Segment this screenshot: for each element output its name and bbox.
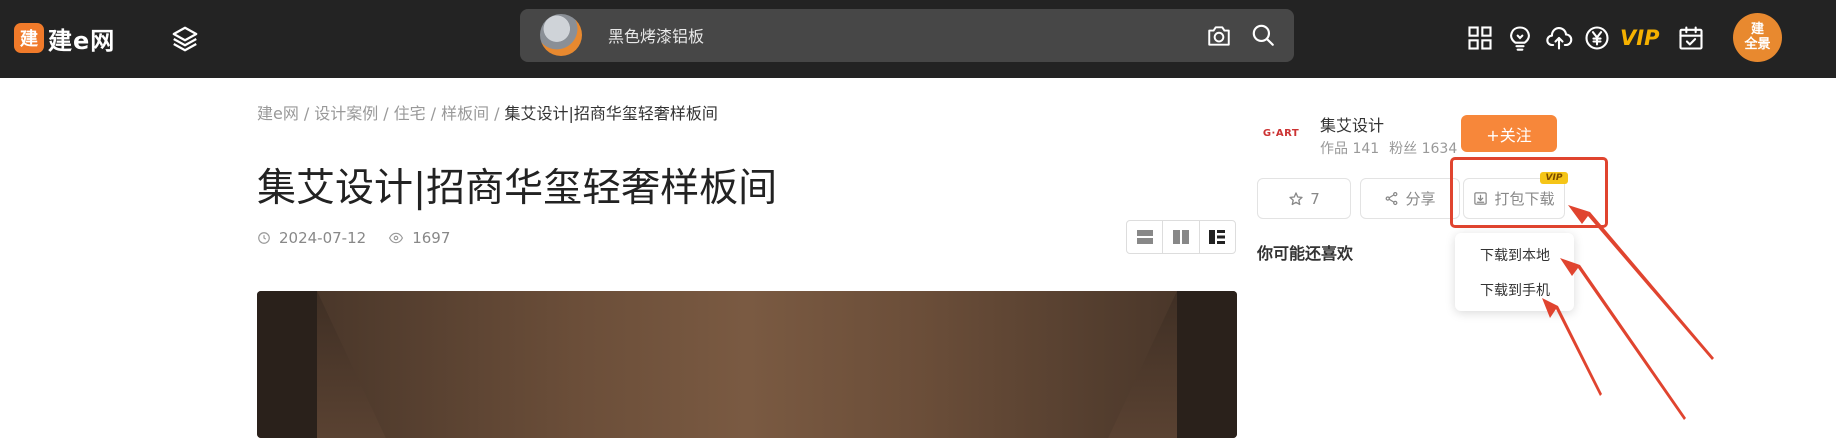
author-stats: 作品 141 粉丝 1634 [1320,138,1467,158]
breadcrumb-separator: / [494,104,500,123]
arrow-to-download-button [1568,205,1714,360]
breadcrumb-link-home[interactable]: 建e网 [257,104,299,123]
article-meta: 2024-07-12 1697 [257,229,472,247]
share-icon [1386,191,1398,206]
view-mode-columns-button[interactable] [1163,221,1200,253]
arrow-to-phone-option [1542,298,1602,396]
avatar-text-line1: 建 [1750,22,1764,37]
lightbulb-icon[interactable] [1506,24,1534,52]
author-name[interactable]: 集艾设计 [1320,112,1384,136]
hero-image-ceiling [317,291,1177,438]
search-icon[interactable] [1250,22,1276,48]
user-avatar[interactable]: 建 全景 [1733,13,1782,62]
layers-icon[interactable] [170,24,200,54]
hero-image-right-wall [1177,291,1237,438]
hero-image-left-wall [257,291,317,438]
page-title: 集艾设计|招商华玺轻奢样板间 [257,166,778,211]
mixed-view-icon [1209,230,1226,244]
favorite-button[interactable]: 7 [1257,178,1351,219]
author-works-count: 作品 141 [1320,141,1380,157]
hero-image[interactable] [257,291,1237,438]
search-bar[interactable]: 黑色烤漆铝板 [520,9,1294,62]
vip-icon[interactable]: VIP [1620,26,1659,50]
star-icon [1289,191,1303,205]
list-view-icon [1136,230,1153,244]
site-logo[interactable]: 建 建e网 [14,22,116,55]
camera-icon[interactable] [1206,23,1232,49]
cloud-upload-icon[interactable] [1545,24,1573,52]
arrow-to-local-option [1560,258,1686,420]
download-dropdown-menu: 下载到本地 下载到手机 [1455,233,1574,311]
view-mode-list-button[interactable] [1127,221,1164,253]
share-label: 分享 [1405,190,1436,208]
publish-date: 2024-07-12 [257,229,366,247]
download-to-phone-option[interactable]: 下载到手机 [1480,280,1550,300]
avatar-text-line2: 全景 [1744,37,1771,52]
breadcrumb: 建e网 / 设计案例 / 住宅 / 样板间 / 集艾设计|招商华玺轻奢样板间 [257,100,718,124]
top-navigation-bar: 建 建e网 黑色烤漆铝板 VIP 建 全景 [0,0,1836,78]
author-fans-count: 粉丝 1634 [1389,141,1458,157]
recommend-heading: 你可能还喜欢 [1257,244,1354,263]
logo-mark: 建 [14,23,44,53]
breadcrumb-separator: / [303,104,310,123]
breadcrumb-current: 集艾设计|招商华玺轻奢样板间 [504,104,718,123]
follow-button[interactable]: +关注 [1461,115,1557,152]
grid-apps-icon[interactable] [1466,24,1494,52]
logo-text: 建e网 [48,26,116,55]
breadcrumb-link-design-cases[interactable]: 设计案例 [314,104,378,123]
view-mode-toggle [1126,220,1236,254]
breadcrumb-link-showroom[interactable]: 样板间 [441,104,489,123]
clock-icon [258,232,270,244]
search-thumbnail[interactable] [540,14,582,56]
views-text: 1697 [412,229,451,247]
calendar-check-icon[interactable] [1677,24,1705,52]
favorite-count: 7 [1310,189,1320,208]
share-button[interactable]: 分享 [1360,178,1460,219]
view-count: 1697 [388,229,450,247]
author-logo[interactable]: G·ART [1256,115,1306,151]
breadcrumb-link-residential[interactable]: 住宅 [394,104,426,123]
eye-icon [389,232,404,244]
date-text: 2024-07-12 [279,229,367,247]
download-to-local-option[interactable]: 下载到本地 [1480,245,1550,265]
breadcrumb-separator: / [430,104,437,123]
view-mode-grid-button[interactable] [1200,221,1235,253]
columns-view-icon [1172,230,1189,244]
breadcrumb-separator: / [383,104,389,123]
annotation-highlight-box [1450,157,1608,228]
search-input[interactable]: 黑色烤漆铝板 [608,23,704,47]
yuan-coin-icon[interactable] [1583,24,1611,52]
